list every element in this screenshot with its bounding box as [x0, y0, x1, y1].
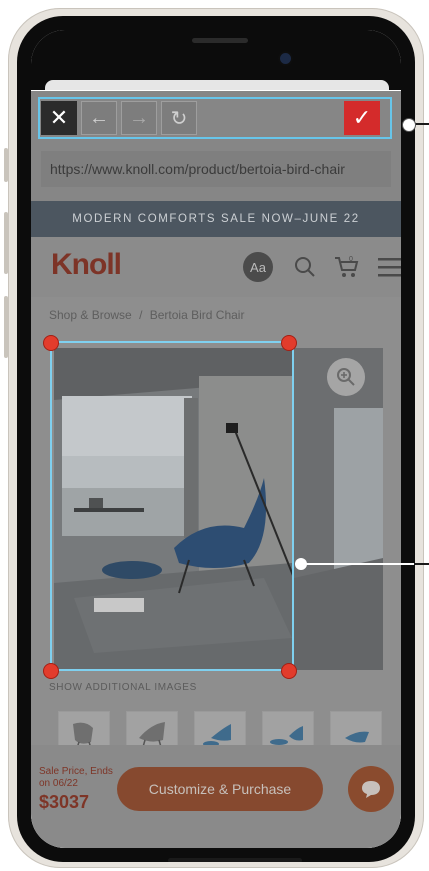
callout-line-image: [302, 563, 429, 565]
phone-bezel: ✕ ← → ↻ ✓ https://www.knoll.com/product/…: [17, 16, 415, 862]
knoll-logo[interactable]: Knoll: [51, 248, 122, 282]
sale-price-label: Sale Price, Ends on 06/22: [39, 766, 113, 789]
breadcrumb-current[interactable]: Bertoia Bird Chair: [150, 308, 245, 322]
url-field[interactable]: https://www.knoll.com/product/bertoia-bi…: [41, 151, 391, 187]
crop-handle-bottom-right[interactable]: [281, 663, 297, 679]
speaker-grille: [192, 38, 248, 43]
crop-handle-top-right[interactable]: [281, 335, 297, 351]
home-indicator[interactable]: [168, 858, 302, 862]
callout-line-image-outer: [414, 563, 429, 565]
volume-down-button: [4, 296, 8, 358]
image-selection-frame[interactable]: [50, 341, 294, 671]
sale-price: $3037: [39, 792, 90, 812]
front-camera: [280, 53, 291, 64]
callout-dot-toolbar: [402, 118, 416, 132]
secondary-product-image[interactable]: [294, 348, 383, 670]
toolbar-highlight-frame: [38, 97, 392, 139]
side-button: [4, 148, 8, 182]
breadcrumb: Shop & Browse / Bertoia Bird Chair: [49, 308, 248, 322]
callout-dot-image: [295, 558, 307, 570]
menu-icon[interactable]: [378, 256, 401, 283]
search-icon[interactable]: [293, 255, 317, 284]
chat-icon[interactable]: [348, 766, 394, 812]
crop-handle-bottom-left[interactable]: [43, 663, 59, 679]
crop-handle-top-left[interactable]: [43, 335, 59, 351]
text-size-button[interactable]: Aa: [243, 252, 273, 282]
promo-banner[interactable]: MODERN COMFORTS SALE NOW–JUNE 22: [31, 201, 401, 237]
screen: ✕ ← → ↻ ✓ https://www.knoll.com/product/…: [31, 30, 401, 848]
zoom-icon[interactable]: [327, 358, 365, 396]
volume-up-button: [4, 212, 8, 274]
cart-icon[interactable]: 0: [333, 254, 361, 285]
breadcrumb-shop[interactable]: Shop & Browse: [49, 308, 132, 322]
breadcrumb-separator: /: [139, 308, 143, 322]
cart-count: 0: [349, 256, 353, 263]
customize-purchase-button[interactable]: Customize & Purchase: [117, 767, 323, 811]
show-additional-images-link[interactable]: SHOW ADDITIONAL IMAGES: [49, 682, 197, 693]
